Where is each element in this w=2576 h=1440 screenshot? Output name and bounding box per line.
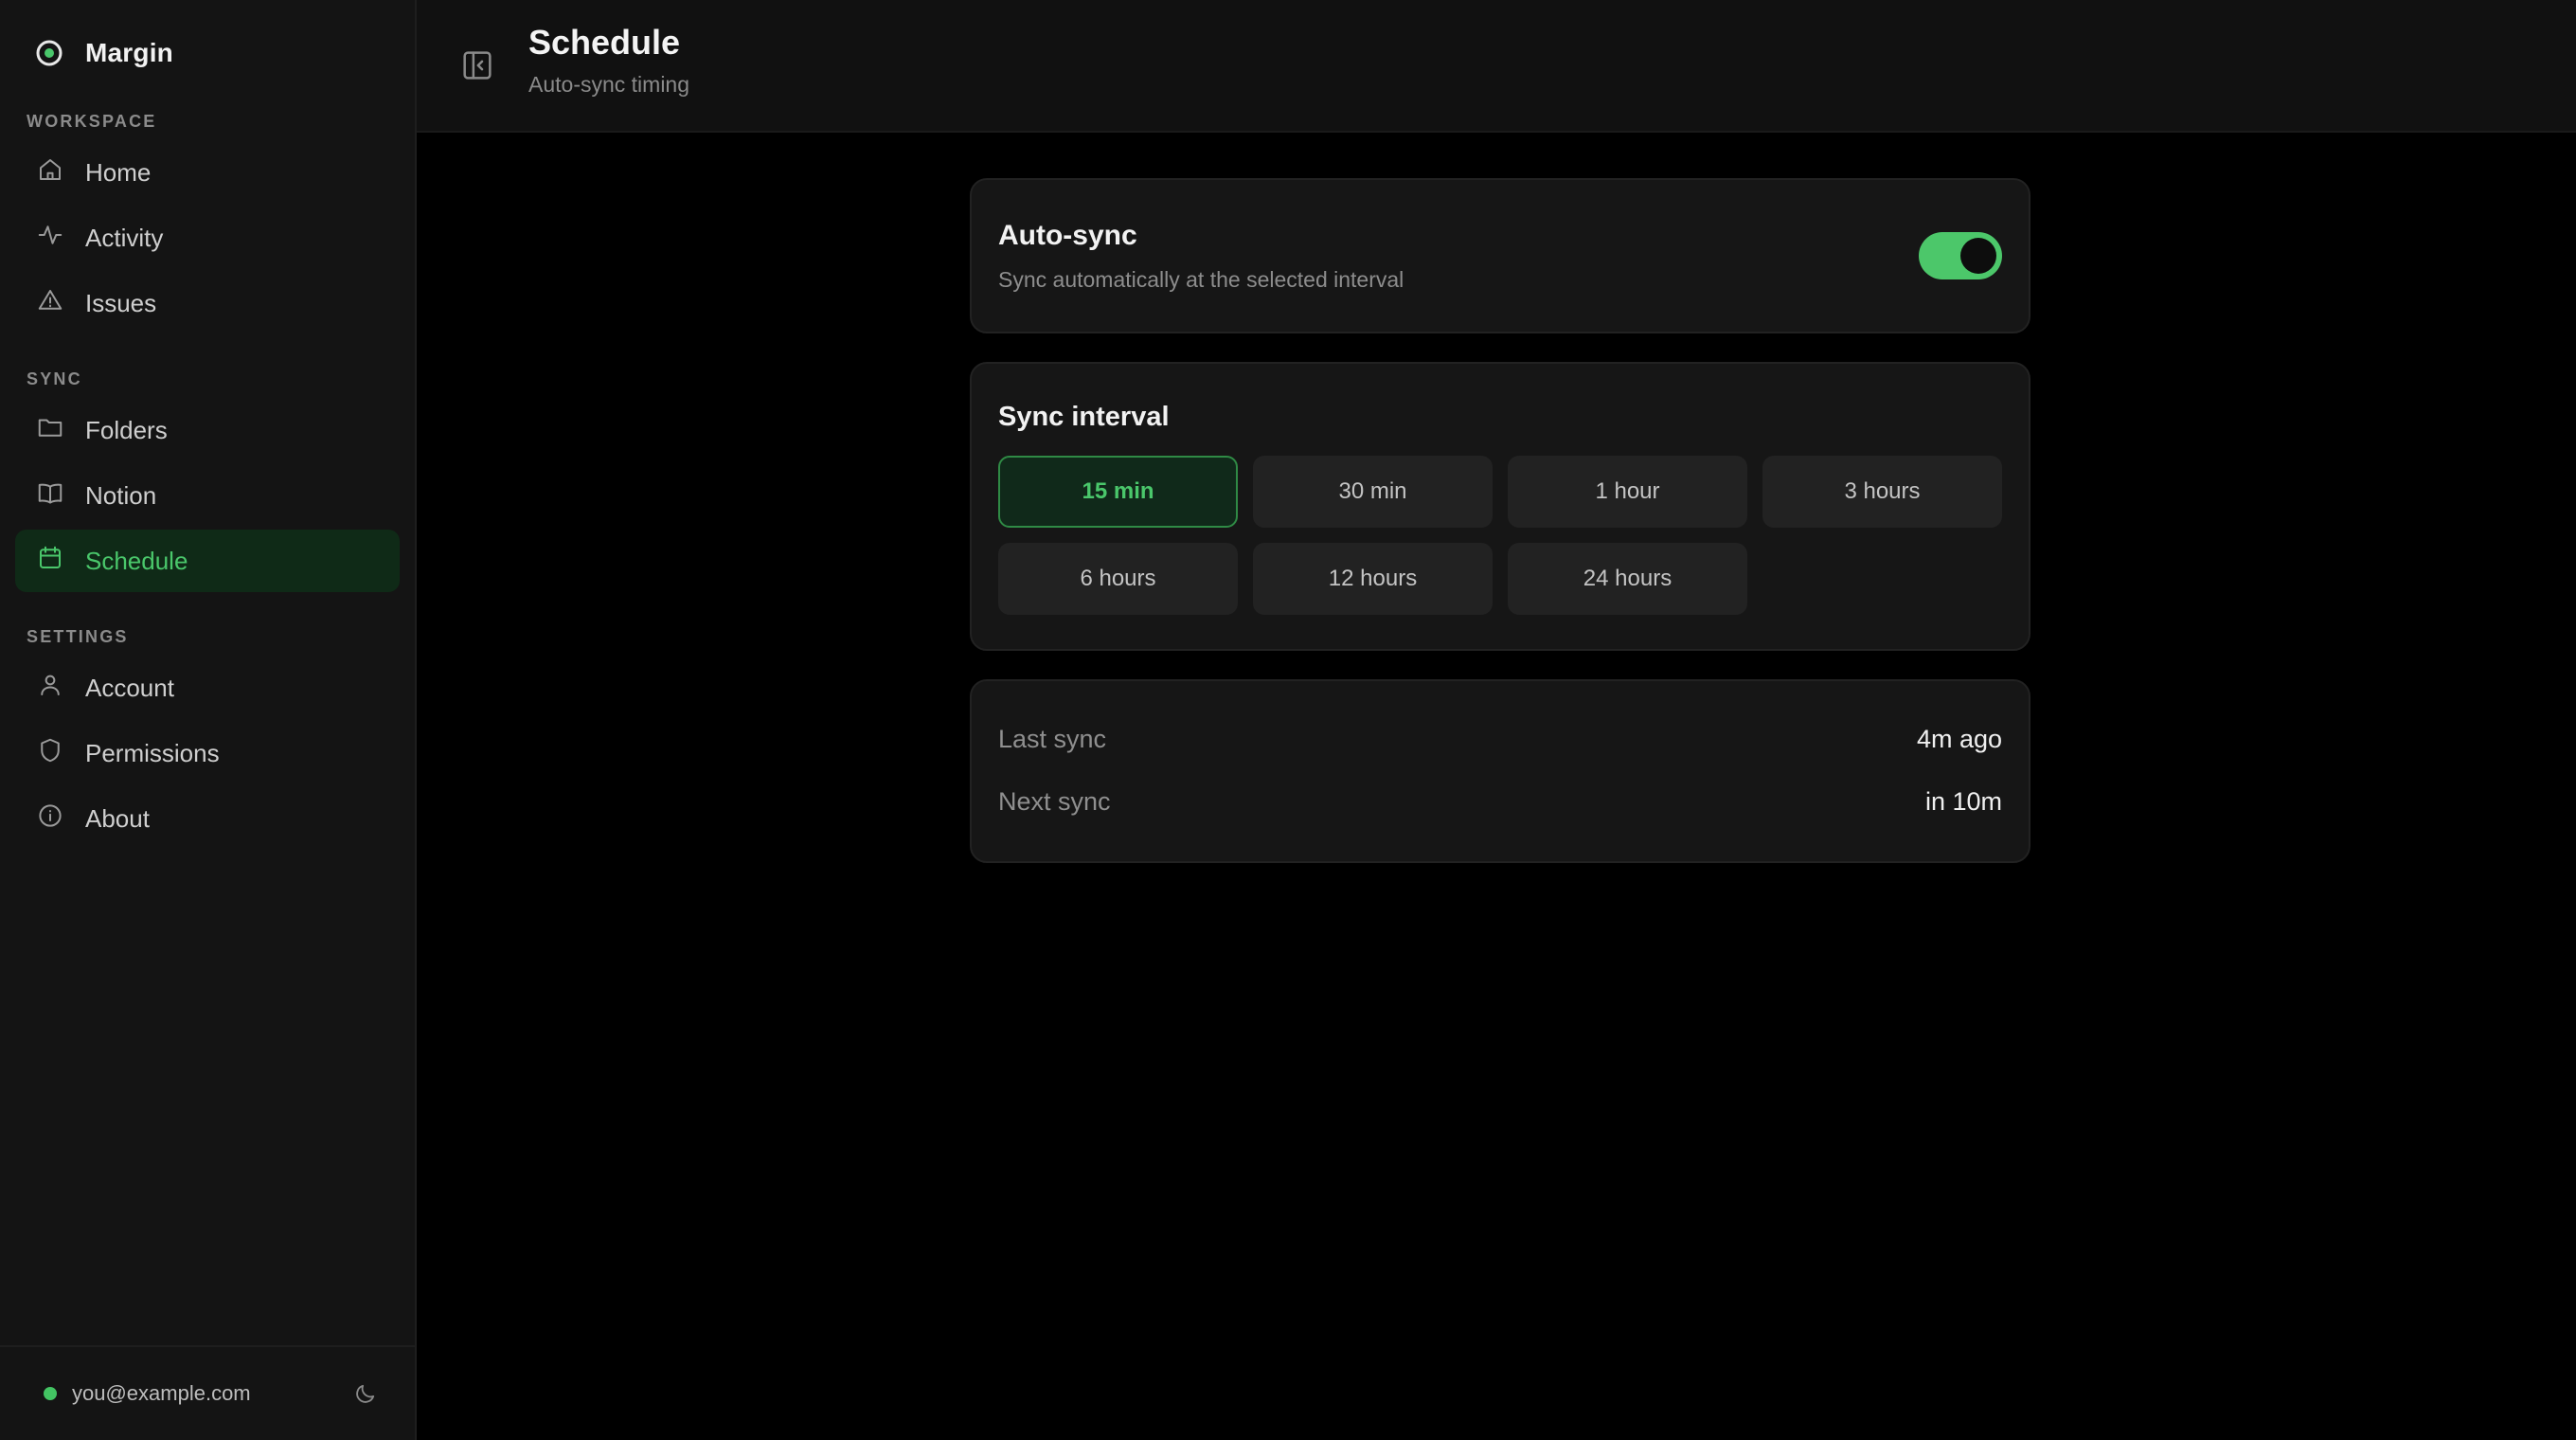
next-sync-value: in 10m [1924, 786, 2002, 816]
interval-option-12-hours[interactable]: 12 hours [1253, 543, 1493, 615]
info-icon [36, 801, 64, 837]
app-window: Margin WORKSPACE Home Activity Issues SY… [0, 0, 2576, 1440]
autosync-card: Auto-sync Sync automatically at the sele… [970, 178, 2030, 333]
sidebar-item-issues[interactable]: Issues [15, 272, 400, 334]
sync-status-card: Last sync 4m ago Next sync in 10m [970, 679, 2030, 863]
interval-option-24-hours[interactable]: 24 hours [1508, 543, 1747, 615]
next-sync-row: Next sync in 10m [998, 770, 2002, 833]
brand[interactable]: Margin [0, 0, 415, 106]
alert-triangle-icon [36, 286, 64, 321]
interval-options: 15 min 30 min 1 hour 3 hours 6 hours 12 … [998, 456, 2002, 615]
collapse-sidebar-icon[interactable] [458, 46, 496, 84]
sidebar-item-label: Home [85, 157, 152, 187]
sidebar-item-permissions[interactable]: Permissions [15, 722, 400, 784]
sidebar-item-label: Schedule [85, 546, 188, 575]
online-status-dot [44, 1387, 57, 1400]
nav-group-sync: SYNC Folders Notion Schedule [0, 364, 415, 595]
sidebar-item-activity[interactable]: Activity [15, 207, 400, 269]
page-subtitle: Auto-sync timing [528, 71, 690, 97]
sidebar-item-about[interactable]: About [15, 787, 400, 850]
folder-icon [36, 413, 64, 448]
autosync-toggle[interactable] [1919, 232, 2002, 279]
last-sync-value: 4m ago [1916, 724, 2002, 753]
sidebar-item-notion[interactable]: Notion [15, 464, 400, 527]
book-icon [36, 478, 64, 513]
sidebar-item-label: Activity [85, 223, 164, 252]
page-title: Schedule [528, 22, 681, 62]
margin-logo-icon [34, 38, 64, 68]
home-icon [36, 155, 64, 190]
calendar-icon [36, 544, 64, 579]
user-email: you@example.com [72, 1381, 251, 1405]
sidebar-item-folders[interactable]: Folders [15, 399, 400, 461]
interval-option-1-hour[interactable]: 1 hour [1508, 456, 1747, 528]
autosync-description: Sync automatically at the selected inter… [998, 266, 1404, 292]
shield-icon [36, 736, 64, 771]
sidebar: Margin WORKSPACE Home Activity Issues SY… [0, 0, 417, 1440]
section-label-workspace: WORKSPACE [27, 112, 157, 131]
activity-icon [36, 221, 64, 256]
user-account[interactable]: you@example.com [44, 1381, 251, 1406]
sidebar-item-label: Folders [85, 415, 168, 444]
interval-option-6-hours[interactable]: 6 hours [998, 543, 1238, 615]
sidebar-item-label: Issues [85, 288, 157, 317]
interval-option-30-min[interactable]: 30 min [1253, 456, 1493, 528]
sidebar-item-schedule[interactable]: Schedule [15, 530, 400, 592]
last-sync-row: Last sync 4m ago [998, 708, 2002, 770]
page-heading: Schedule Auto-sync timing [528, 23, 689, 98]
sync-interval-card: Sync interval 15 min 30 min 1 hour 3 hou… [970, 362, 2030, 651]
app-name: Margin [85, 38, 173, 67]
interval-option-3-hours[interactable]: 3 hours [1762, 456, 2002, 528]
sidebar-item-account[interactable]: Account [15, 657, 400, 719]
next-sync-label: Next sync [998, 786, 1111, 816]
nav-group-settings: SETTINGS Account Permissions About [0, 621, 415, 853]
sidebar-item-label: About [85, 803, 150, 833]
sync-interval-title: Sync interval [998, 402, 1170, 432]
sidebar-item-label: Permissions [85, 738, 220, 767]
sidebar-footer: you@example.com [0, 1345, 415, 1440]
section-label-sync: SYNC [27, 369, 82, 388]
sidebar-item-home[interactable]: Home [15, 141, 400, 204]
settings-column: Auto-sync Sync automatically at the sele… [970, 178, 2030, 1440]
theme-toggle-moon-icon[interactable] [352, 1380, 379, 1407]
last-sync-label: Last sync [998, 724, 1107, 753]
top-bar: Schedule Auto-sync timing [417, 0, 2576, 133]
autosync-title: Auto-sync [998, 219, 1137, 251]
interval-option-15-min[interactable]: 15 min [998, 456, 1238, 528]
sidebar-item-label: Account [85, 673, 174, 702]
toggle-knob [1960, 238, 1996, 274]
user-icon [36, 671, 64, 706]
sidebar-item-label: Notion [85, 480, 157, 510]
section-label-settings: SETTINGS [27, 627, 129, 646]
nav-group-workspace: WORKSPACE Home Activity Issues [0, 106, 415, 337]
main-area: Schedule Auto-sync timing Auto-sync Sync… [417, 0, 2576, 1440]
content: Auto-sync Sync automatically at the sele… [417, 133, 2576, 1440]
